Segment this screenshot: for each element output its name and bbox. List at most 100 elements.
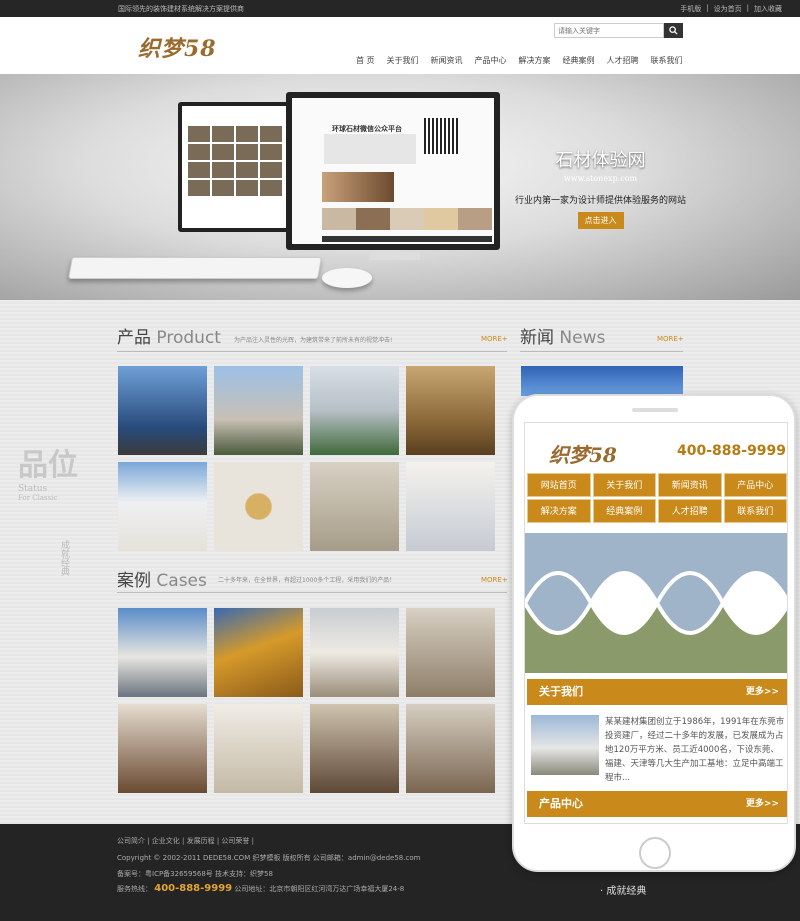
products-subtitle: 为产品注入灵性的光辉，为建筑带来了前所未有的视觉冲击! (234, 337, 393, 344)
enter-button[interactable]: 点击进入 (577, 212, 624, 229)
side-brand-en2: For Classic (18, 494, 58, 502)
monitor-thumbs (188, 126, 282, 196)
news-more-link[interactable]: MORE+ (657, 335, 684, 343)
footer-hotline-row: 服务热线： 400-888-9999 公司地址：北京市朝阳区红河湾万达广场幸福大… (117, 883, 404, 894)
banner-desc: 行业内第一家为设计师提供体验服务的网站 (514, 196, 686, 206)
case-thumb[interactable] (406, 608, 495, 697)
nav-news[interactable]: 新闻资讯 (425, 55, 469, 66)
banner-title: 石材体验网 (555, 150, 646, 171)
main-nav: 首 页 关于我们 新闻资讯 产品中心 解决方案 经典案例 人才招聘 联系我们 (350, 55, 689, 66)
case-thumb[interactable] (310, 608, 399, 697)
case-thumb[interactable] (406, 704, 495, 793)
mobile-screen: 织梦58 400-888-9999 网站首页 关于我们 新闻资讯 产品中心 解决… (524, 422, 788, 824)
products-more-link[interactable]: MORE+ (481, 335, 508, 343)
banner-text: 石材体验网 www.stonexp.com 行业内第一家为设计师提供体验服务的网… (508, 146, 693, 229)
footer-brand-slogan: · 成就经典 (600, 886, 647, 897)
side-brand-slogan: 成就经典 (59, 540, 69, 576)
case-thumb[interactable] (118, 608, 207, 697)
search-box (554, 23, 683, 38)
search-button[interactable] (664, 23, 683, 38)
side-brand-cn: 品位 (18, 448, 78, 483)
product-thumb[interactable] (118, 366, 207, 455)
product-thumb[interactable] (214, 462, 303, 551)
mobile-nav-home[interactable]: 网站首页 (527, 473, 591, 497)
cases-more-link[interactable]: MORE+ (481, 576, 508, 584)
footer-copyright: Copyright © 2002-2011 DEDE58.COM 织梦模板 版权… (117, 854, 421, 862)
mobile-phone-mockup: 织梦58 400-888-9999 网站首页 关于我们 新闻资讯 产品中心 解决… (512, 394, 796, 872)
mobile-version-link[interactable]: 手机版 (680, 4, 701, 14)
products-title: 产品 Product (117, 328, 221, 348)
product-thumb[interactable] (118, 462, 207, 551)
product-grid (118, 366, 495, 551)
news-title: 新闻 News (520, 328, 606, 348)
nav-home[interactable]: 首 页 (350, 55, 381, 66)
screen-news-block (322, 172, 394, 202)
search-input[interactable] (554, 23, 664, 38)
screen-site-title: 环球石材微信公众平台 (332, 125, 402, 133)
products-divider (117, 351, 507, 352)
add-favorite-link[interactable]: 加入收藏 (754, 4, 782, 14)
mobile-nav-products[interactable]: 产品中心 (723, 473, 787, 497)
news-image[interactable] (521, 366, 683, 396)
mobile-about-bar: 关于我们 更多>> (527, 679, 787, 705)
search-icon (669, 26, 678, 35)
phone-speaker (632, 408, 678, 412)
mobile-about-more[interactable]: 更多>> (746, 679, 779, 705)
product-thumb[interactable] (406, 366, 495, 455)
mobile-nav-cases[interactable]: 经典案例 (592, 499, 656, 523)
footer-links[interactable]: 公司简介 | 企业文化 | 发展历程 | 公司荣誉 | (117, 836, 254, 846)
nav-about[interactable]: 关于我们 (381, 55, 425, 66)
phone-home-button[interactable] (639, 837, 671, 869)
side-decoration: 品位 Status For Classic 成就经典 (18, 440, 108, 610)
mobile-banner[interactable] (525, 533, 788, 673)
mobile-about-title: 关于我们 (539, 685, 583, 698)
mobile-product-more[interactable]: 更多>> (746, 791, 779, 817)
site-logo[interactable]: 织梦58 (138, 31, 217, 63)
mobile-logo[interactable]: 织梦58 (549, 439, 617, 468)
mobile-nav-jobs[interactable]: 人才招聘 (658, 499, 722, 523)
nav-solutions[interactable]: 解决方案 (513, 55, 557, 66)
hotline-label: 服务热线： (117, 885, 152, 893)
nav-jobs[interactable]: 人才招聘 (601, 55, 645, 66)
mobile-about-image[interactable] (531, 715, 599, 775)
nav-products[interactable]: 产品中心 (469, 55, 513, 66)
mobile-nav: 网站首页 关于我们 新闻资讯 产品中心 解决方案 经典案例 人才招聘 联系我们 (527, 473, 787, 523)
mobile-nav-about[interactable]: 关于我们 (592, 473, 656, 497)
mobile-nav-contact[interactable]: 联系我们 (723, 499, 787, 523)
hero-banner[interactable]: 环球石材微信公众平台 石材体验网 www.stonexp.com 行业内第一家为… (0, 74, 800, 300)
cases-divider (117, 592, 507, 593)
mobile-product-bar: 产品中心 更多>> (527, 791, 787, 817)
header: 织梦58 首 页 关于我们 新闻资讯 产品中心 解决方案 经典案例 人才招聘 联… (0, 17, 800, 74)
cases-title: 案例 Cases (117, 571, 207, 591)
product-thumb[interactable] (310, 462, 399, 551)
top-bar: 国际领先的装饰建材系统解决方案提供商 手机版 | 设为首页 | 加入收藏 (0, 0, 800, 17)
back-monitor (178, 102, 298, 232)
product-thumb[interactable] (214, 366, 303, 455)
nav-cases[interactable]: 经典案例 (557, 55, 601, 66)
case-thumb[interactable] (118, 704, 207, 793)
nav-contact[interactable]: 联系我们 (645, 55, 689, 66)
set-homepage-link[interactable]: 设为首页 (714, 4, 742, 14)
case-thumb[interactable] (214, 608, 303, 697)
screen-swatches (322, 208, 492, 230)
mobile-about-text: 某某建材集团创立于1986年，1991年在东莞市投资建厂，经过二十多年的发展，已… (605, 717, 785, 783)
product-thumb[interactable] (406, 462, 495, 551)
mobile-tel: 400-888-9999 (677, 443, 787, 459)
case-thumb[interactable] (214, 704, 303, 793)
mobile-nav-news[interactable]: 新闻资讯 (658, 473, 722, 497)
case-grid (118, 608, 495, 793)
side-brand-en1: Status (18, 484, 48, 494)
qr-code (424, 118, 458, 154)
keyboard (68, 257, 322, 279)
mobile-product-title: 产品中心 (539, 797, 583, 810)
screen-hero (324, 134, 416, 164)
mouse (322, 268, 372, 288)
mobile-nav-solutions[interactable]: 解决方案 (527, 499, 591, 523)
footer-icp: 备案号：粤ICP备32659568号 技术支持：织梦58 (117, 870, 273, 878)
banner-domain: www.stonexp.com (563, 174, 638, 183)
news-divider (520, 351, 683, 352)
product-thumb[interactable] (310, 366, 399, 455)
footer-address: 公司地址：北京市朝阳区红河湾万达广场幸福大厦24-8 (234, 885, 405, 893)
case-thumb[interactable] (310, 704, 399, 793)
monitor-stand (370, 252, 420, 260)
